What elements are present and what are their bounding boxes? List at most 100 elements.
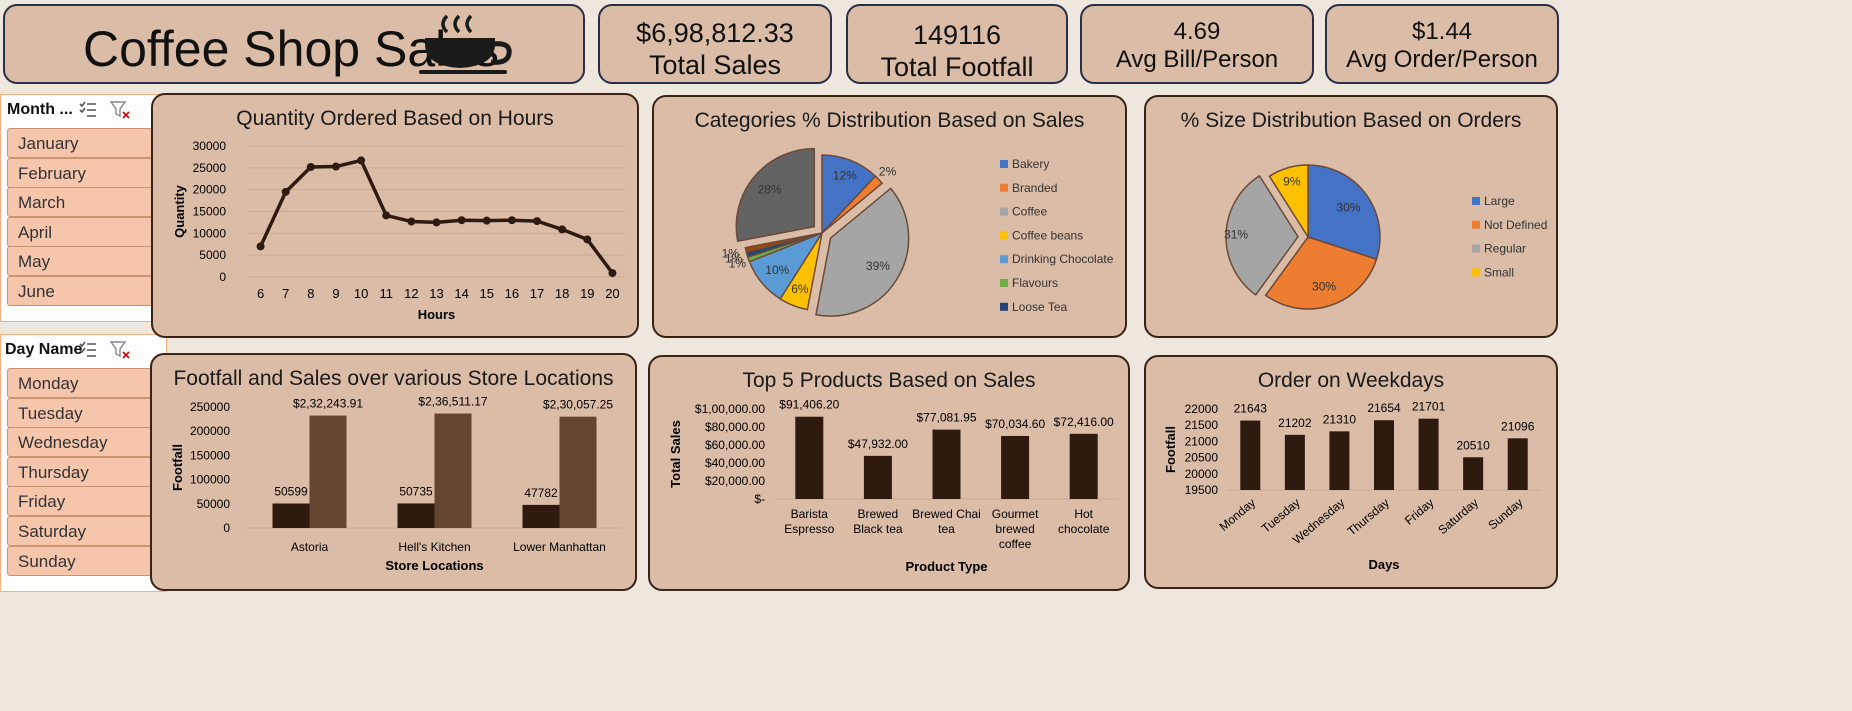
y-tick-label: $1,00,000.00 <box>695 402 765 416</box>
y-tick-label: 21000 <box>1185 434 1219 448</box>
slicer-item-january[interactable]: January <box>7 128 157 158</box>
clear-filter-icon[interactable] <box>109 99 131 121</box>
y-tick-label: 20000 <box>1185 467 1219 481</box>
slicer-item-sunday[interactable]: Sunday <box>7 545 157 576</box>
bar <box>1240 420 1261 490</box>
top-products-panel: Top 5 Products Based on Sales $- $20,000.… <box>648 355 1130 591</box>
data-label: 28% <box>758 183 782 197</box>
legend-label: Coffee <box>1012 205 1047 219</box>
y-tick-label: 200000 <box>190 424 230 438</box>
x-tick-label: 19 <box>580 286 594 301</box>
x-tick-label: Monday <box>1217 496 1259 534</box>
bar <box>863 455 892 499</box>
data-label: 20510 <box>1456 438 1490 452</box>
data-label: 21643 <box>1234 402 1268 416</box>
slicer-item-may[interactable]: May <box>7 246 157 277</box>
x-tick-label: Friday <box>1402 496 1437 528</box>
kpi-value: 4.69 <box>1173 18 1221 45</box>
clear-filter-icon[interactable] <box>109 339 131 361</box>
data-point <box>457 216 466 225</box>
x-tick-label: tea <box>938 522 955 536</box>
x-tick-label: Lower Manhattan <box>513 540 606 554</box>
slicer-item-monday[interactable]: Monday <box>7 368 157 398</box>
data-label: 21310 <box>1323 412 1357 426</box>
kpi-total-sales: $6,98,812.33 Total Sales <box>598 4 832 84</box>
y-tick-label: $80,000.00 <box>705 420 765 434</box>
data-label: 2% <box>879 164 897 178</box>
kpi-value: $6,98,812.33 <box>636 18 794 48</box>
y-tick-label: $40,000.00 <box>705 456 765 470</box>
kpi-value: $1.44 <box>1411 18 1473 45</box>
x-tick-label: 6 <box>257 286 264 301</box>
data-point <box>281 187 290 196</box>
x-tick-label: Sunday <box>1485 496 1525 533</box>
data-label: 30% <box>1336 201 1360 215</box>
x-axis-label: Product Type <box>905 559 987 574</box>
y-tick-label: 150000 <box>190 448 230 462</box>
legend-label: Small <box>1484 265 1514 279</box>
slicer-item-june[interactable]: June <box>7 276 157 306</box>
data-point <box>331 162 340 171</box>
data-point <box>583 235 592 244</box>
y-tick-label: 19500 <box>1185 483 1219 497</box>
y-tick-label: 20500 <box>1185 451 1219 465</box>
data-label: 50735 <box>399 484 433 498</box>
x-tick-label: 13 <box>429 286 443 301</box>
data-label: $2,36,511.17 <box>418 395 488 409</box>
x-tick-label: Astoria <box>291 540 329 554</box>
y-axis-label: Quantity <box>172 184 187 237</box>
kpi-label: Total Sales <box>648 50 782 80</box>
data-label: $47,932.00 <box>848 437 908 451</box>
x-tick-label: 7 <box>282 286 289 301</box>
legend-swatch <box>1000 207 1008 216</box>
x-tick-label: 12 <box>404 286 418 301</box>
bar <box>1463 457 1484 490</box>
y-axis-label: Total Sales <box>668 420 683 488</box>
bar <box>272 503 310 528</box>
y-tick-label: $- <box>754 492 765 506</box>
slicer-item-thursday[interactable]: Thursday <box>7 456 157 487</box>
data-point <box>558 225 567 234</box>
y-tick-label: 0 <box>219 270 226 284</box>
category-distribution-panel: Categories % Distribution Based on Sales… <box>652 95 1127 338</box>
bar <box>1418 418 1439 490</box>
x-axis-label: Store Locations <box>385 558 483 573</box>
multi-select-icon[interactable] <box>77 339 99 361</box>
data-label: $72,416.00 <box>1054 415 1114 429</box>
slicer-item-saturday[interactable]: Saturday <box>7 516 157 546</box>
month-slicer: Month ... January February March April May Ju… <box>0 94 167 322</box>
data-label: 47782 <box>524 486 558 500</box>
x-tick-label: 16 <box>505 286 519 301</box>
store-locations-panel: Footfall and Sales over various Store Lo… <box>150 353 637 591</box>
multi-select-icon[interactable] <box>77 99 99 121</box>
data-label: 30% <box>1312 279 1336 293</box>
legend-swatch <box>1472 197 1480 205</box>
legend-label: Not Defined <box>1484 218 1547 232</box>
slicer-title: Month ... <box>7 101 73 118</box>
x-axis-label: Hours <box>418 307 456 322</box>
slicer-item-april[interactable]: April <box>7 216 157 247</box>
legend-label: Bakery <box>1012 157 1049 171</box>
y-tick-label: 25000 <box>193 161 227 175</box>
legend-swatch <box>1000 160 1008 168</box>
legend-swatch <box>1000 279 1008 287</box>
slicer-item-friday[interactable]: Friday <box>7 486 157 517</box>
x-tick-label: 14 <box>454 286 468 301</box>
x-tick-label: 15 <box>480 286 494 301</box>
bar <box>1329 431 1350 490</box>
data-label: 39% <box>866 259 890 273</box>
slicer-item-march[interactable]: March <box>7 187 157 218</box>
legend-swatch <box>1000 231 1008 240</box>
size-distribution-panel: % Size Distribution Based on Orders 30% 3… <box>1144 95 1558 338</box>
data-point <box>306 162 315 171</box>
x-tick-label: Gourmet <box>992 507 1039 521</box>
x-tick-label: coffee <box>999 537 1032 551</box>
data-label: 21202 <box>1278 416 1312 430</box>
slicer-item-tuesday[interactable]: Tuesday <box>7 397 157 428</box>
slicer-item-february[interactable]: February <box>7 157 157 188</box>
x-tick-label: Thursday <box>1345 496 1392 539</box>
slicer-item-wednesday[interactable]: Wednesday <box>7 427 157 458</box>
data-point <box>507 216 516 225</box>
store-locations-bar-chart: 0 50000 100000 150000 200000 250000 Astoria 505… <box>170 395 622 573</box>
kpi-label: Avg Bill/Person <box>1115 46 1279 73</box>
